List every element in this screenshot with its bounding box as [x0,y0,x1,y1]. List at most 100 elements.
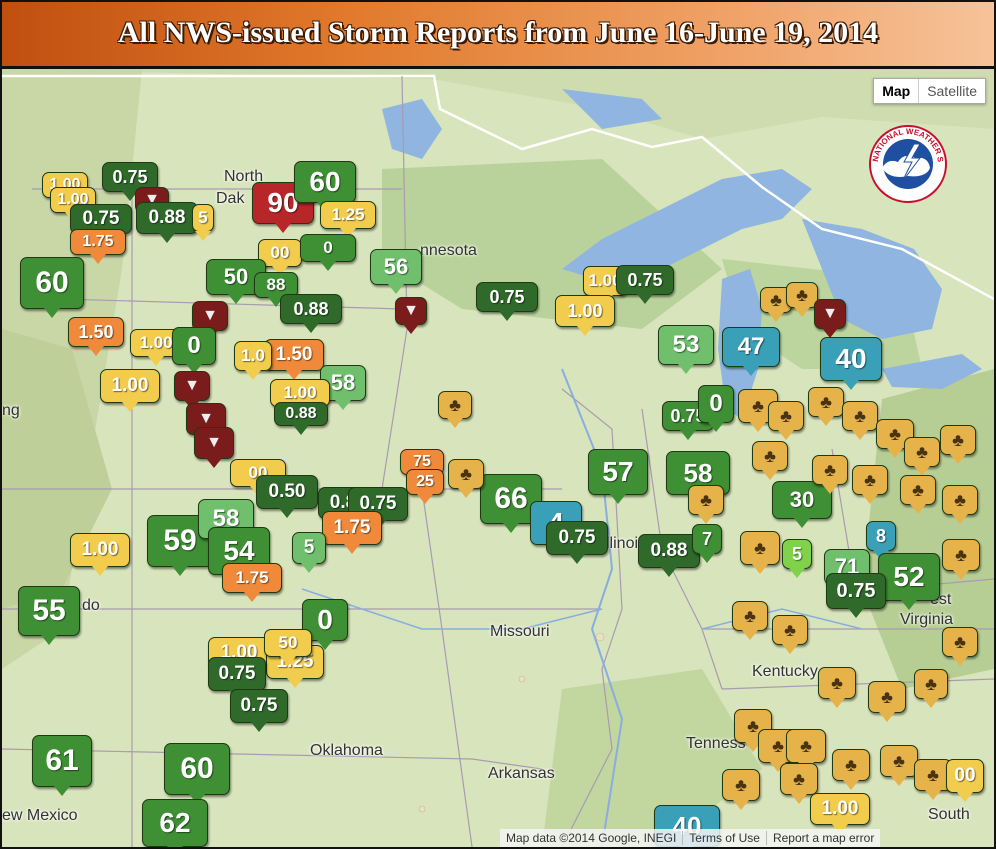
tree-damage-marker[interactable] [722,769,760,810]
tree-damage-marker[interactable] [940,425,976,464]
marker-value: 0.75 [82,208,120,229]
marker-value: 0.75 [627,269,663,290]
satellite-view-button[interactable]: Satellite [919,79,985,103]
storm-report-marker[interactable]: 40 [820,337,882,390]
storm-report-marker[interactable]: 56 [370,249,422,294]
marker-value: 0.88 [650,540,688,561]
tree-damage-marker[interactable] [942,539,980,580]
storm-report-marker[interactable]: 0.75 [208,657,266,700]
storm-report-marker[interactable]: 0.88 [274,402,328,435]
marker-value: 1.75 [82,233,114,250]
marker-value: 60 [309,166,341,197]
storm-report-marker[interactable]: 5 [292,532,326,573]
storm-report-marker[interactable]: 1.50 [68,317,124,356]
report-map-error-link[interactable]: Report a map error [765,831,880,845]
storm-report-marker[interactable]: 00 [946,759,984,802]
tree-damage-marker[interactable] [808,387,844,426]
storm-report-marker[interactable]: 1.00 [810,793,870,834]
tree-damage-marker[interactable] [780,763,818,804]
storm-report-marker[interactable]: 60 [294,161,356,212]
map-type-control: Map Satellite [873,78,986,104]
marker-value: 55 [32,594,66,627]
tree-damage-marker[interactable] [914,669,948,708]
storm-report-marker[interactable]: 50 [264,629,312,666]
tornado-marker[interactable] [174,371,210,410]
storm-report-marker[interactable]: 0.75 [546,521,608,564]
storm-report-map[interactable]: North Dak nnesota ng do llinoi Missouri … [2,69,994,847]
tree-damage-marker[interactable] [942,627,978,666]
storm-report-marker[interactable]: 0.88 [638,534,700,577]
storm-report-marker[interactable]: 57 [588,449,648,504]
marker-value: 56 [383,254,409,279]
storm-report-marker[interactable]: 55 [18,586,80,645]
marker-value: 5 [198,208,208,227]
marker-value: 1.75 [235,568,269,587]
tree-damage-marker[interactable] [786,729,826,772]
tree-damage-marker[interactable] [732,601,768,640]
storm-report-marker[interactable]: 60 [164,743,230,804]
storm-report-marker[interactable]: 0 [698,385,734,432]
storm-report-marker[interactable]: 61 [32,735,92,796]
storm-report-marker[interactable]: 0 [300,234,356,271]
storm-report-marker[interactable]: 53 [658,325,714,374]
storm-report-marker[interactable]: 60 [20,257,84,318]
storm-report-marker[interactable]: 62 [142,799,208,847]
tree-damage-marker[interactable] [448,459,484,498]
storm-report-marker[interactable]: 1.00 [70,533,130,576]
tree-damage-marker[interactable] [768,401,804,440]
storm-report-marker[interactable]: 0.75 [826,573,886,618]
tree-damage-marker[interactable] [880,745,918,786]
tree-damage-marker[interactable] [868,681,906,722]
storm-report-marker[interactable]: 47 [722,327,780,376]
tree-damage-marker[interactable] [752,441,788,480]
marker-value: 0 [317,604,333,635]
nws-logo: NATIONAL WEATHER SERVICE [868,124,947,203]
storm-report-marker[interactable]: 0.50 [256,475,318,518]
marker-value: 62 [159,807,191,838]
tree-damage-marker[interactable] [812,455,848,494]
storm-report-marker[interactable]: 1.75 [70,229,126,264]
tree-damage-marker[interactable] [438,391,472,428]
storm-report-marker[interactable]: 8 [866,521,896,560]
tornado-marker[interactable] [395,297,427,334]
storm-report-marker[interactable]: 1.00 [555,295,615,336]
storm-report-marker[interactable]: 1.75 [322,511,382,554]
tree-damage-marker[interactable] [688,485,724,524]
storm-report-marker[interactable]: 0.75 [476,282,538,321]
tree-damage-marker[interactable] [900,475,936,514]
tree-damage-marker[interactable] [942,485,978,524]
storm-report-marker[interactable]: 0.75 [616,265,674,304]
storm-report-marker[interactable]: 5 [192,204,214,241]
storm-report-marker[interactable]: 0.75 [230,689,288,732]
storm-report-marker[interactable]: 0.88 [280,294,342,333]
map-attribution: Map data ©2014 Google, INEGI [506,831,677,845]
storm-report-marker[interactable]: 1.75 [222,563,282,602]
map-view-button[interactable]: Map [874,79,920,103]
marker-value: 0 [323,238,333,257]
tree-damage-marker[interactable] [818,667,856,708]
tree-damage-marker[interactable] [852,465,888,504]
tree-damage-marker[interactable] [740,531,780,574]
marker-value: 1.50 [78,321,114,342]
storm-report-marker[interactable]: 1.0 [234,341,272,380]
tree-damage-marker[interactable] [772,615,808,654]
storm-report-marker[interactable]: 0 [172,327,216,374]
terms-of-use-link[interactable]: Terms of Use [682,831,766,845]
storm-report-marker[interactable]: 1.25 [320,201,376,238]
tree-damage-marker[interactable] [832,749,870,790]
storm-report-marker[interactable]: 5 [782,539,812,578]
tree-damage-marker[interactable] [842,401,878,440]
title-banner: All NWS-issued Storm Reports from June 1… [2,2,994,69]
storm-report-marker[interactable]: 52 [878,553,940,610]
marker-value: 1.0 [241,346,265,365]
marker-value: 25 [416,473,434,490]
storm-report-marker[interactable]: 25 [406,469,444,504]
marker-value: 0.88 [148,207,186,228]
tornado-marker[interactable] [194,427,234,468]
storm-report-marker[interactable]: 1.00 [100,369,160,412]
tornado-marker[interactable] [814,299,846,338]
storm-report-marker[interactable]: 7 [692,524,722,563]
tree-damage-marker[interactable] [904,437,940,476]
storm-report-marker[interactable]: 1.50 [264,339,324,380]
storm-report-marker[interactable]: 0.88 [136,202,198,243]
